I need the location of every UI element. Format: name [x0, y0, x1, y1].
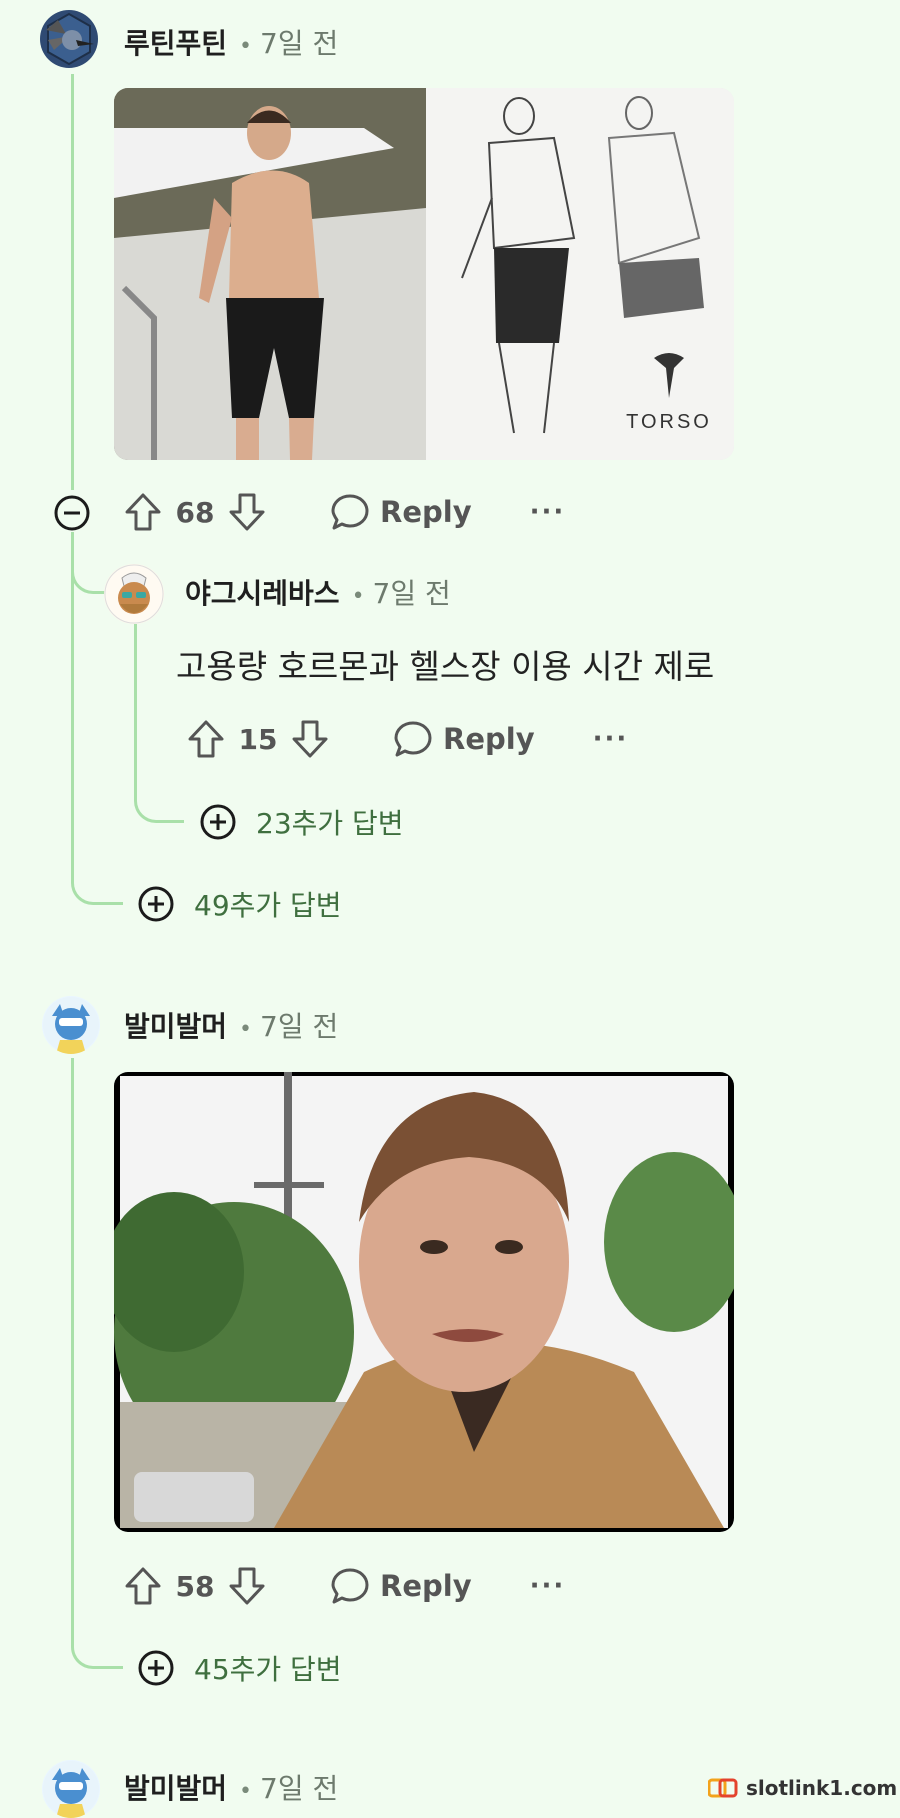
speech-bubble-icon: [331, 494, 369, 530]
reply-button[interactable]: Reply: [393, 719, 535, 759]
thread-line-reply-1: [134, 624, 137, 774]
reply-button[interactable]: Reply: [330, 492, 472, 532]
more-options-button[interactable]: ···: [530, 497, 566, 527]
timestamp: 7일 전: [372, 577, 451, 610]
username[interactable]: 발미발머: [124, 1005, 227, 1045]
thread-line-comment-1: [71, 74, 74, 490]
minus-circle-icon: [54, 495, 90, 531]
separator-dot: •: [239, 34, 253, 59]
more-replies-label: 23추가 답변: [256, 807, 404, 840]
reply-label: Reply: [380, 1569, 472, 1603]
reply-label: Reply: [443, 722, 535, 756]
character-avatar-icon: [43, 997, 99, 1054]
more-replies-link[interactable]: 49추가 답변: [136, 884, 342, 924]
comment-header: 발미발머 • 7일 전: [124, 1005, 338, 1045]
character-avatar-icon: [104, 564, 164, 624]
reply-label: Reply: [380, 495, 472, 529]
more-replies-link[interactable]: 23추가 답변: [198, 802, 404, 842]
arrow-down-icon: [292, 720, 328, 758]
timestamp: 7일 전: [260, 27, 339, 60]
avatar[interactable]: [104, 564, 164, 624]
comment-image[interactable]: TORSO: [114, 88, 734, 460]
separator-dot: •: [239, 1779, 253, 1804]
comment-header: 발미발머 • 7일 전: [124, 1767, 338, 1807]
username[interactable]: 루틴푸틴: [124, 22, 227, 62]
torso-logo-text: TORSO: [626, 411, 712, 433]
comment-body: 고용량 호르몬과 헬스장 이용 시간 제로: [176, 647, 715, 686]
timestamp: 7일 전: [260, 1772, 339, 1805]
username[interactable]: 야그시레바스: [185, 572, 340, 612]
avatar[interactable]: [42, 1760, 100, 1818]
plus-circle-icon: [138, 1650, 174, 1686]
more-replies-link[interactable]: 45추가 답변: [136, 1648, 342, 1688]
separator-dot: •: [351, 584, 365, 609]
downvote-button[interactable]: [224, 1563, 270, 1609]
thread-elbow-more-23: [134, 770, 184, 823]
speech-bubble-icon: [331, 1568, 369, 1604]
username[interactable]: 발미발머: [124, 1767, 227, 1807]
photo-and-sketch-image: TORSO: [114, 88, 734, 460]
thread-elbow-more-45: [71, 1598, 123, 1669]
arrow-down-icon: [229, 493, 265, 531]
arrow-up-icon: [125, 1567, 161, 1605]
downvote-button[interactable]: [287, 716, 333, 762]
plus-circle-icon: [138, 886, 174, 922]
comment-actions: 58 Reply ···: [120, 1562, 565, 1610]
thread-line-comment-2: [71, 1058, 74, 1598]
watermark-text: slotlink1.com: [746, 1776, 898, 1800]
comment-header: 야그시레바스 • 7일 전: [185, 572, 451, 612]
plus-circle-icon: [200, 804, 236, 840]
upvote-button[interactable]: [120, 1563, 166, 1609]
avatar[interactable]: [40, 10, 98, 68]
vote-count: 15: [238, 722, 278, 756]
comment-header: 루틴푸틴 • 7일 전: [124, 22, 338, 62]
comment-actions: 68 Reply ···: [120, 488, 565, 536]
more-options-button[interactable]: ···: [593, 724, 629, 754]
arrow-up-icon: [125, 493, 161, 531]
more-replies-label: 45추가 답변: [194, 1653, 342, 1686]
vote-count: 58: [175, 1569, 215, 1603]
more-options-button[interactable]: ···: [530, 1571, 566, 1601]
avatar[interactable]: [42, 996, 100, 1054]
separator-dot: •: [239, 1017, 253, 1042]
arrow-down-icon: [229, 1567, 265, 1605]
link-logo-icon: [708, 1778, 738, 1798]
reply-button[interactable]: Reply: [330, 1566, 472, 1606]
upvote-button[interactable]: [183, 716, 229, 762]
more-replies-label: 49추가 답변: [194, 889, 342, 922]
comment-actions: 15 Reply ···: [183, 715, 628, 763]
downvote-button[interactable]: [224, 489, 270, 535]
watermark: slotlink1.com: [708, 1776, 897, 1800]
arrow-up-icon: [188, 720, 224, 758]
timestamp: 7일 전: [260, 1010, 339, 1043]
speech-bubble-icon: [394, 721, 432, 757]
bird-avatar-icon: [46, 12, 94, 66]
vote-count: 68: [175, 495, 215, 529]
comment-image[interactable]: [114, 1072, 734, 1532]
collapse-button[interactable]: [53, 494, 91, 532]
character-avatar-icon: [43, 1761, 99, 1818]
upvote-button[interactable]: [120, 489, 166, 535]
portrait-photo-image: [114, 1072, 734, 1528]
